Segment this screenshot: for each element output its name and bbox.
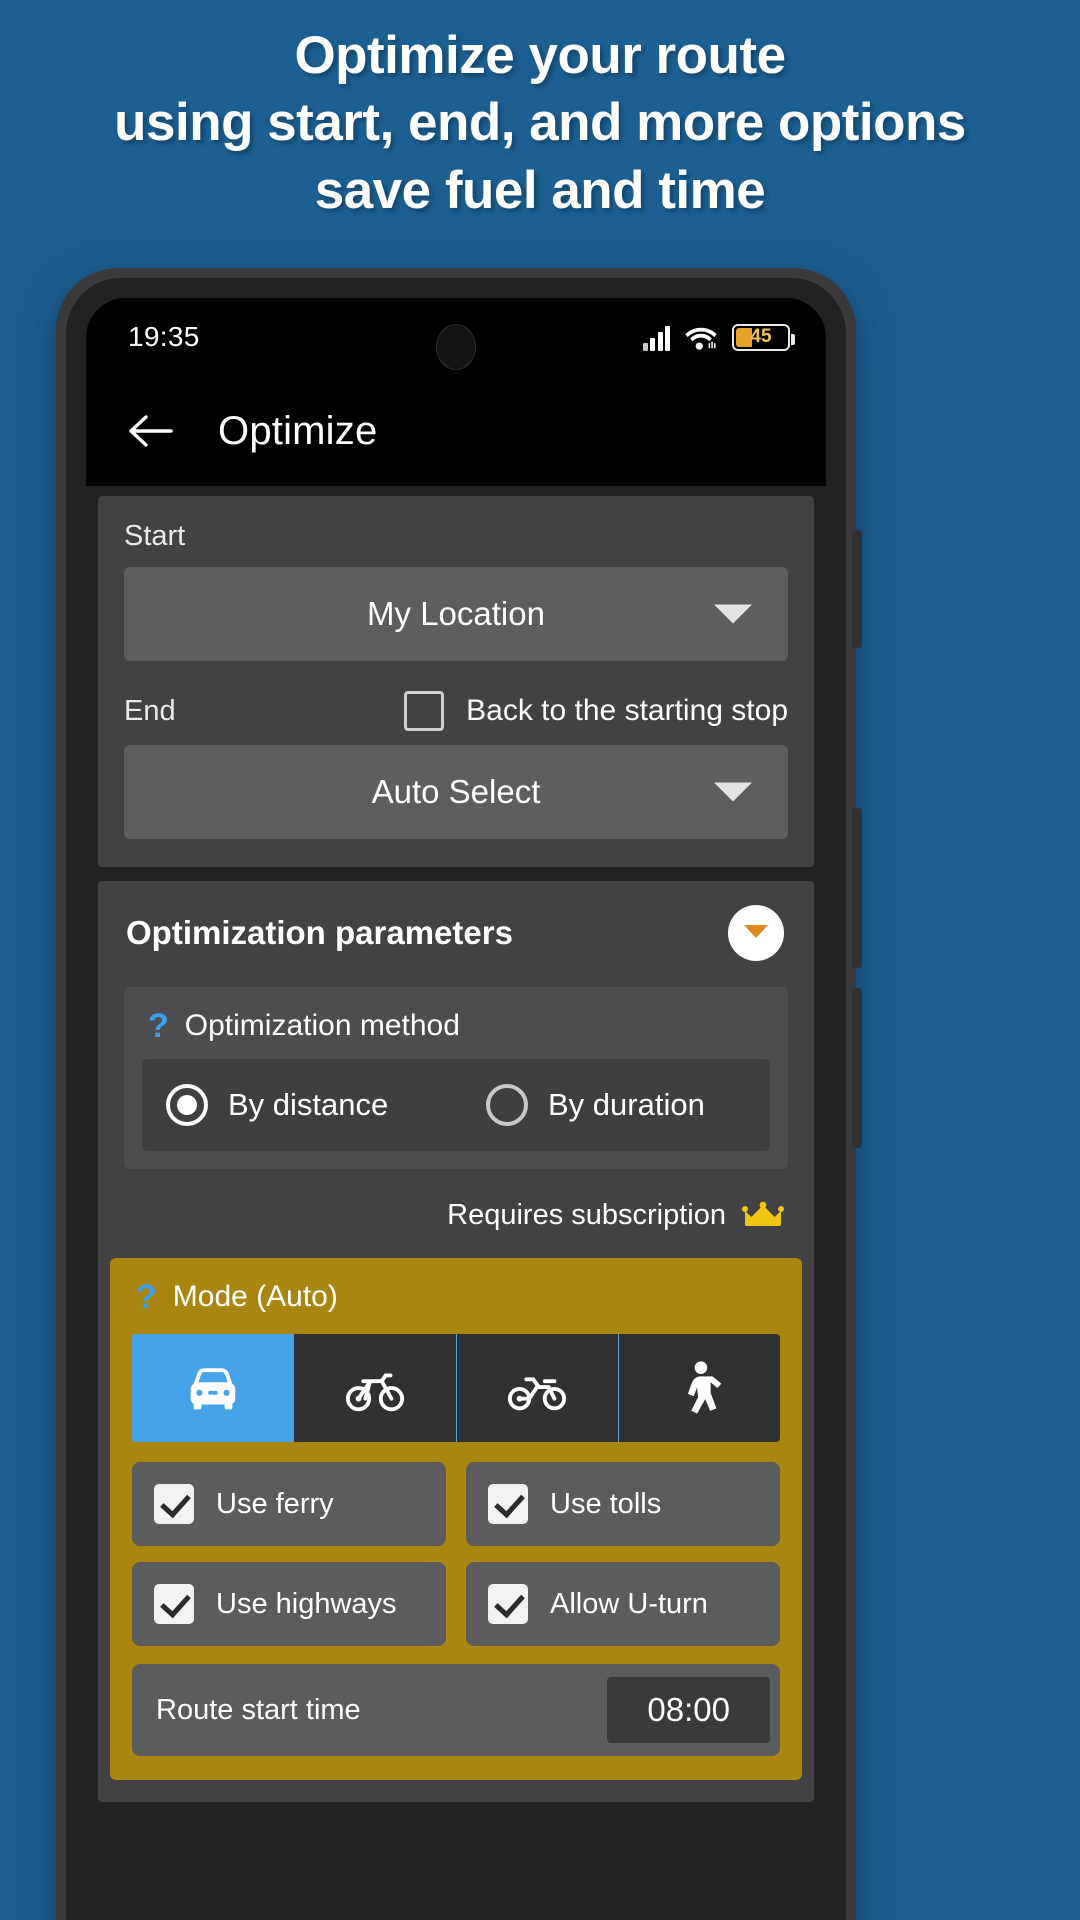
optimization-parameters-title: Optimization parameters	[126, 914, 513, 951]
optimization-method-options: By distance By duration	[142, 1059, 770, 1151]
travel-mode-selector	[132, 1334, 780, 1442]
status-bar-clock: 19:35	[128, 321, 200, 352]
front-camera-punchhole	[436, 324, 476, 370]
chevron-down-icon[interactable]	[728, 905, 784, 961]
route-start-time-label: Route start time	[156, 1693, 361, 1726]
end-location-value: Auto Select	[371, 773, 541, 810]
start-location-value: My Location	[367, 595, 545, 632]
checkbox-checked-icon[interactable]	[154, 1584, 194, 1624]
back-to-start-checkbox-row[interactable]: Back to the starting stop	[404, 691, 788, 731]
phone-side-button-low	[852, 988, 862, 1148]
mode-option-walking[interactable]	[618, 1334, 780, 1442]
optimization-parameters-card: Optimization parameters ? Optimization m…	[98, 881, 814, 1802]
radio-selected-icon	[166, 1084, 208, 1126]
phone-side-button-mid	[852, 808, 862, 968]
toggle-allow-u-turn[interactable]: Allow U-turn	[466, 1562, 780, 1646]
mode-option-bicycle[interactable]	[294, 1334, 457, 1442]
radio-by-distance-label: By distance	[228, 1087, 389, 1122]
promo-line-3: save fuel and time	[314, 160, 766, 220]
radio-by-duration-label: By duration	[548, 1087, 705, 1122]
radio-by-duration[interactable]: By duration	[486, 1084, 705, 1126]
routing-toggles-grid: Use ferry Use tolls Use highways Allow U…	[132, 1462, 780, 1646]
end-location-dropdown[interactable]: Auto Select	[124, 745, 788, 839]
optimization-parameters-header: Optimization parameters	[124, 905, 788, 961]
checkbox-checked-icon[interactable]	[154, 1484, 194, 1524]
mode-header: ? Mode (Auto)	[132, 1280, 780, 1334]
toggle-use-ferry-label: Use ferry	[216, 1487, 334, 1520]
back-to-start-label: Back to the starting stop	[466, 694, 788, 727]
toggle-allow-u-turn-label: Allow U-turn	[550, 1587, 708, 1620]
crown-icon	[742, 1201, 784, 1231]
mode-option-car[interactable]	[132, 1334, 295, 1442]
route-start-time-value[interactable]: 08:00	[607, 1677, 770, 1743]
start-location-dropdown[interactable]: My Location	[124, 567, 788, 661]
signal-bars-icon	[642, 325, 670, 351]
radio-by-distance[interactable]: By distance	[166, 1084, 486, 1126]
motorcycle-icon	[508, 1377, 567, 1411]
toggle-use-tolls[interactable]: Use tolls	[466, 1462, 780, 1546]
optimization-method-header: ? Optimization method	[142, 1007, 770, 1059]
back-arrow-icon[interactable]	[128, 412, 174, 450]
radio-unselected-icon	[486, 1084, 528, 1126]
promo-line-1: Optimize your route	[294, 26, 786, 85]
phone-side-button-top	[852, 530, 862, 648]
optimization-method-group: ? Optimization method By distance By dur…	[124, 987, 788, 1169]
app-bar: Optimize	[86, 376, 826, 486]
start-label: Start	[124, 520, 186, 552]
battery-icon: 45	[732, 323, 795, 351]
optimization-method-label: Optimization method	[184, 1009, 460, 1042]
status-bar: 19:35 45	[86, 298, 826, 376]
chevron-down-icon	[714, 782, 752, 802]
checkbox-checked-icon[interactable]	[488, 1584, 528, 1624]
requires-subscription-row: Requires subscription	[124, 1169, 788, 1258]
toggle-use-highways[interactable]: Use highways	[132, 1562, 446, 1646]
wifi-icon	[684, 325, 718, 351]
walking-icon	[688, 1361, 722, 1414]
toggle-use-highways-label: Use highways	[216, 1587, 397, 1620]
route-start-time-row[interactable]: Route start time 08:00	[132, 1664, 780, 1756]
screen-content: Start My Location End Back to the starti…	[86, 486, 826, 1920]
page-title: Optimize	[218, 408, 378, 453]
route-endpoints-card: Start My Location End Back to the starti…	[98, 496, 814, 867]
status-bar-indicators: 45	[642, 323, 795, 351]
end-row: End Back to the starting stop	[124, 691, 788, 731]
bicycle-icon	[345, 1373, 404, 1412]
mode-label: Mode (Auto)	[172, 1280, 338, 1313]
mode-option-motorcycle[interactable]	[456, 1334, 619, 1442]
phone-frame: 19:35 45 Optimize Start My Location End …	[56, 268, 862, 1920]
chevron-down-icon	[714, 604, 752, 624]
end-label: End	[124, 694, 176, 727]
promo-line-2: using start, end, and more options	[114, 93, 966, 153]
checkbox-checked-icon[interactable]	[488, 1484, 528, 1524]
requires-subscription-label: Requires subscription	[447, 1199, 726, 1231]
help-question-icon[interactable]: ?	[136, 1280, 157, 1314]
car-icon	[190, 1368, 235, 1410]
battery-percent: 45	[750, 326, 772, 347]
premium-options-panel: ? Mode (Auto) Use ferry Use tolls Use hi…	[110, 1258, 802, 1780]
phone-bezel: 19:35 45 Optimize Start My Location End …	[66, 278, 846, 1920]
toggle-use-ferry[interactable]: Use ferry	[132, 1462, 446, 1546]
toggle-use-tolls-label: Use tolls	[550, 1487, 662, 1520]
phone-screen: 19:35 45 Optimize Start My Location End …	[86, 298, 826, 1920]
back-to-start-checkbox[interactable]	[404, 691, 445, 731]
help-question-icon[interactable]: ?	[148, 1009, 169, 1043]
promo-headline: Optimize your route using start, end, an…	[0, 22, 1080, 224]
